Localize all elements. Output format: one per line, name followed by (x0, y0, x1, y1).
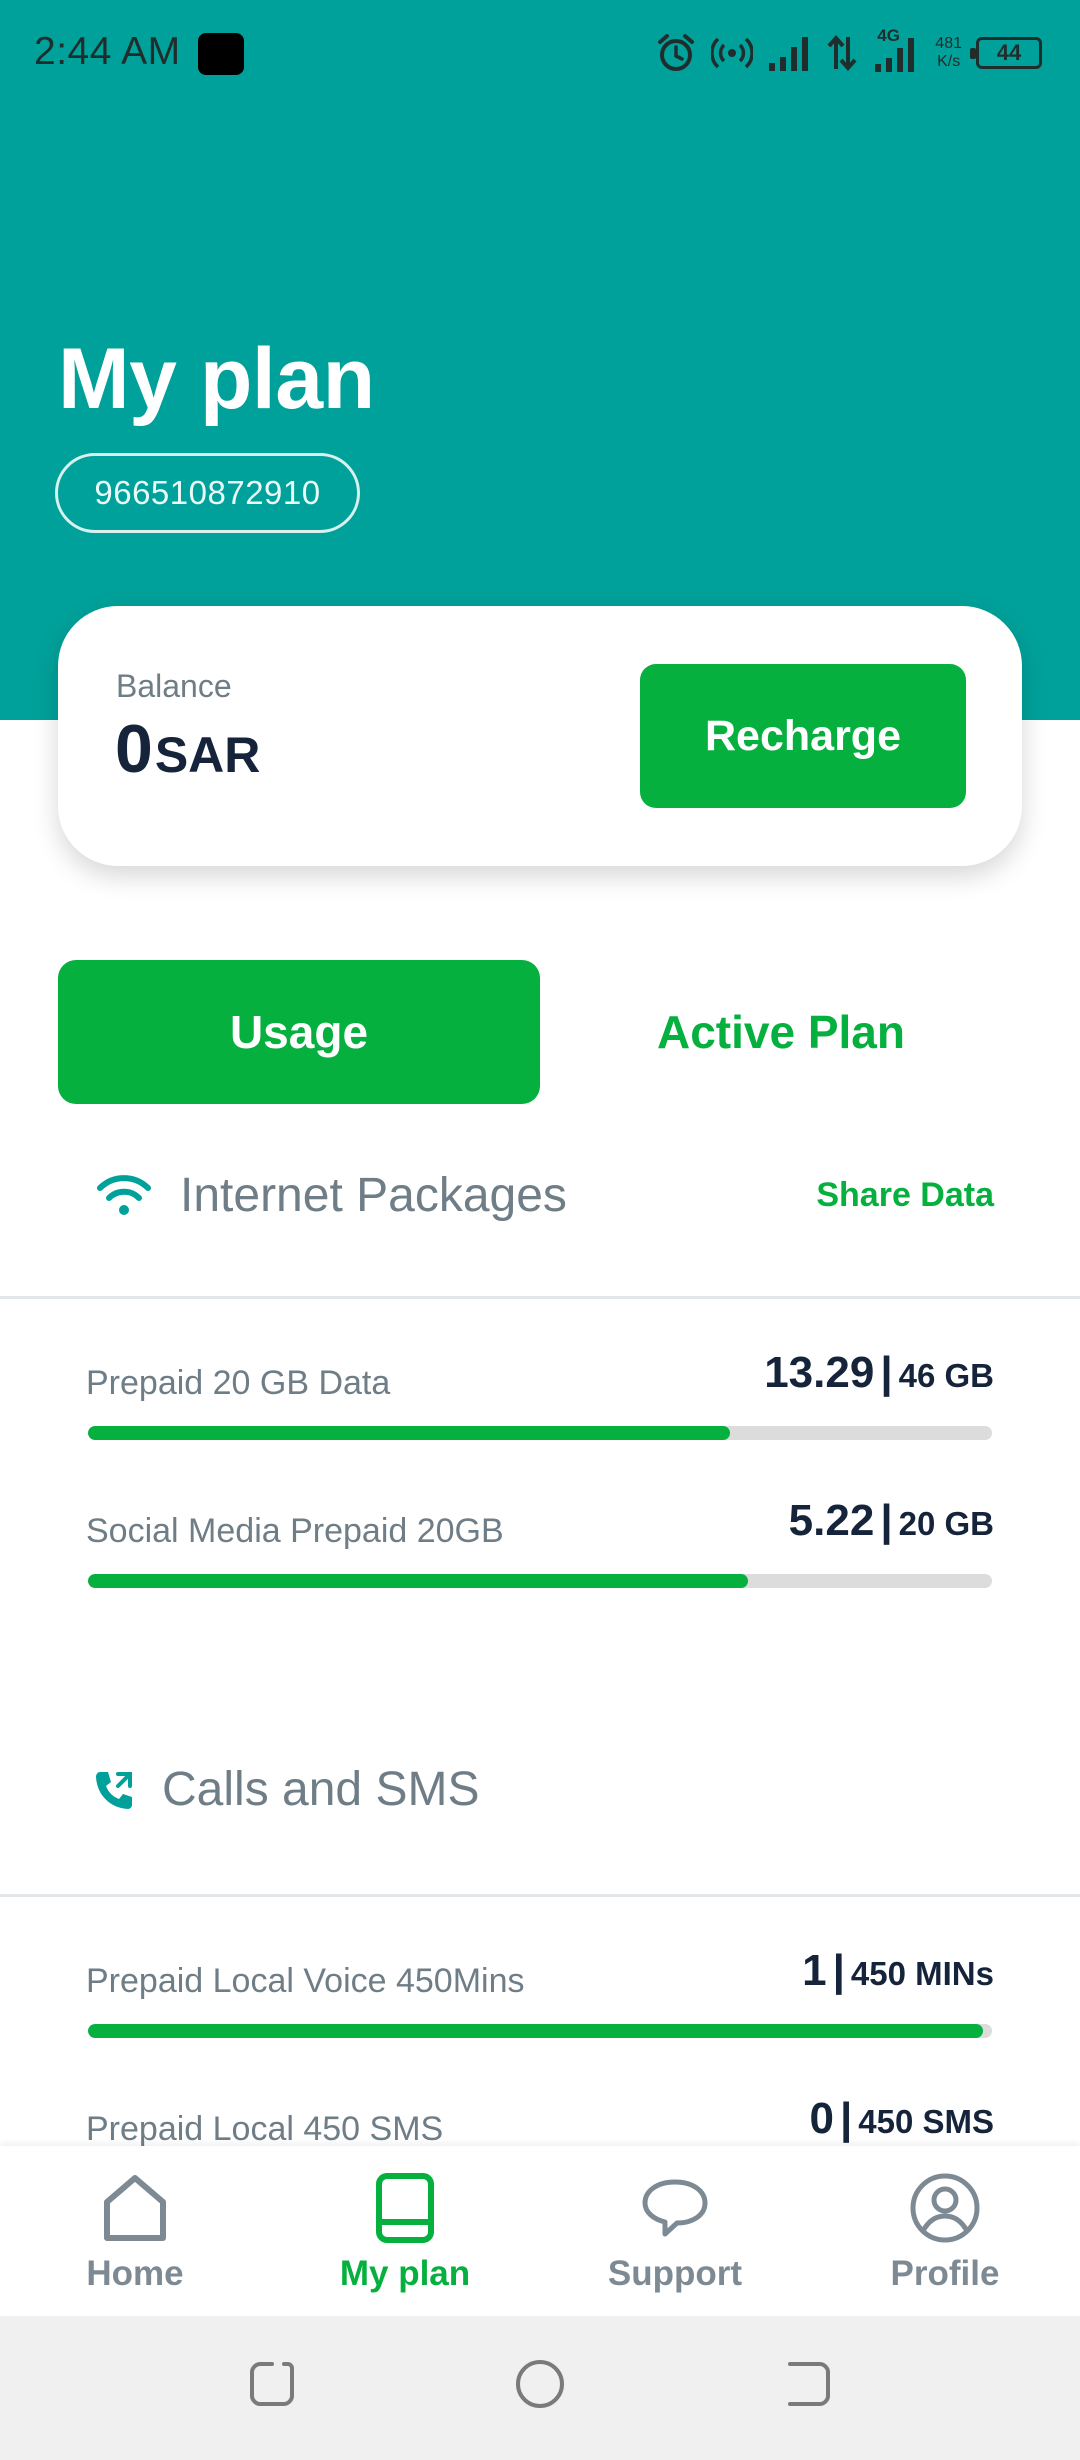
system-navigation-bar (0, 2316, 1080, 2460)
usage-progress-bar (88, 1574, 992, 1588)
nav-home[interactable]: Home (0, 2146, 270, 2316)
nav-label: My plan (339, 2254, 471, 2293)
share-data-link[interactable]: Share Data (816, 1176, 994, 1215)
balance-amount: 0 (115, 711, 153, 787)
internet-packages-header: Internet Packages Share Data (0, 1150, 1080, 1240)
wifi-icon (97, 1175, 151, 1215)
home-button-icon[interactable] (512, 2356, 568, 2412)
balance-card: Balance 0SAR Recharge (58, 606, 1022, 866)
divider (0, 1296, 1080, 1299)
package-usage: 1 | 450 MINs (802, 1946, 994, 1995)
signal-bars-4g-icon (875, 38, 915, 72)
nav-profile[interactable]: Profile (810, 2146, 1080, 2316)
tab-usage[interactable]: Usage (58, 960, 540, 1104)
back-icon[interactable] (780, 2356, 836, 2412)
package-usage: 13.29 | 46 GB (764, 1348, 994, 1397)
alarm-icon (658, 34, 695, 71)
calls-sms-title: Calls and SMS (162, 1763, 480, 1816)
signal-bars-icon (769, 37, 809, 71)
package-name: Social Media Prepaid 20GB (86, 1512, 504, 1550)
nav-support[interactable]: Support (540, 2146, 810, 2316)
notification-app-icon (198, 33, 244, 75)
usage-row-local-voice: Prepaid Local Voice 450Mins 1 | 450 MINs (86, 1944, 994, 2064)
home-icon (104, 2175, 166, 2241)
package-usage: 0 | 450 SMS (809, 2094, 994, 2143)
status-bar: 2:44 AM 4G 481 K/s 44 (0, 0, 1080, 110)
phone-call-icon (96, 1772, 132, 1809)
status-icons: 4G 481 K/s 44 (655, 26, 1042, 78)
calls-sms-header: Calls and SMS (0, 1744, 1080, 1834)
network-4g-indicator: 4G (871, 26, 921, 76)
balance-currency: SAR (154, 727, 261, 783)
divider (0, 1894, 1080, 1897)
recent-apps-icon[interactable] (244, 2356, 300, 2412)
sim-card-icon (376, 2173, 434, 2243)
package-name: Prepaid Local 450 SMS (86, 2110, 444, 2148)
nav-my-plan[interactable]: My plan (270, 2146, 540, 2316)
balance-label: Balance (116, 668, 232, 704)
recharge-button[interactable]: Recharge (640, 664, 966, 808)
internet-packages-title: Internet Packages (180, 1169, 567, 1222)
status-time: 2:44 AM (34, 30, 181, 73)
usage-row-data-20gb: Prepaid 20 GB Data 13.29 | 46 GB (86, 1346, 994, 1466)
phone-number-badge[interactable]: 966510872910 (55, 453, 360, 533)
usage-progress-bar (88, 2024, 992, 2038)
nav-label: Home (86, 2254, 184, 2293)
package-usage: 5.22 | 20 GB (788, 1496, 994, 1545)
bottom-navigation: Home My plan Support Profile (0, 2146, 1080, 2316)
package-name: Prepaid 20 GB Data (86, 1364, 391, 1402)
balance-value: 0SAR (115, 710, 260, 788)
package-name: Prepaid Local Voice 450Mins (86, 1962, 525, 2000)
usage-progress-bar (88, 1426, 992, 1440)
chat-bubble-icon (642, 2179, 708, 2237)
usage-row-social-media: Social Media Prepaid 20GB 5.22 | 20 GB (86, 1494, 994, 1614)
network-speed: 481 K/s (935, 35, 962, 70)
page-title: My plan (58, 331, 375, 427)
user-circle-icon (910, 2173, 980, 2243)
data-transfer-icon (827, 34, 857, 72)
hotspot-icon (711, 37, 754, 69)
nav-label: Profile (890, 2254, 1000, 2293)
battery-icon: 44 (970, 37, 1042, 69)
nav-label: Support (607, 2254, 743, 2293)
tab-active-plan[interactable]: Active Plan (580, 960, 982, 1104)
